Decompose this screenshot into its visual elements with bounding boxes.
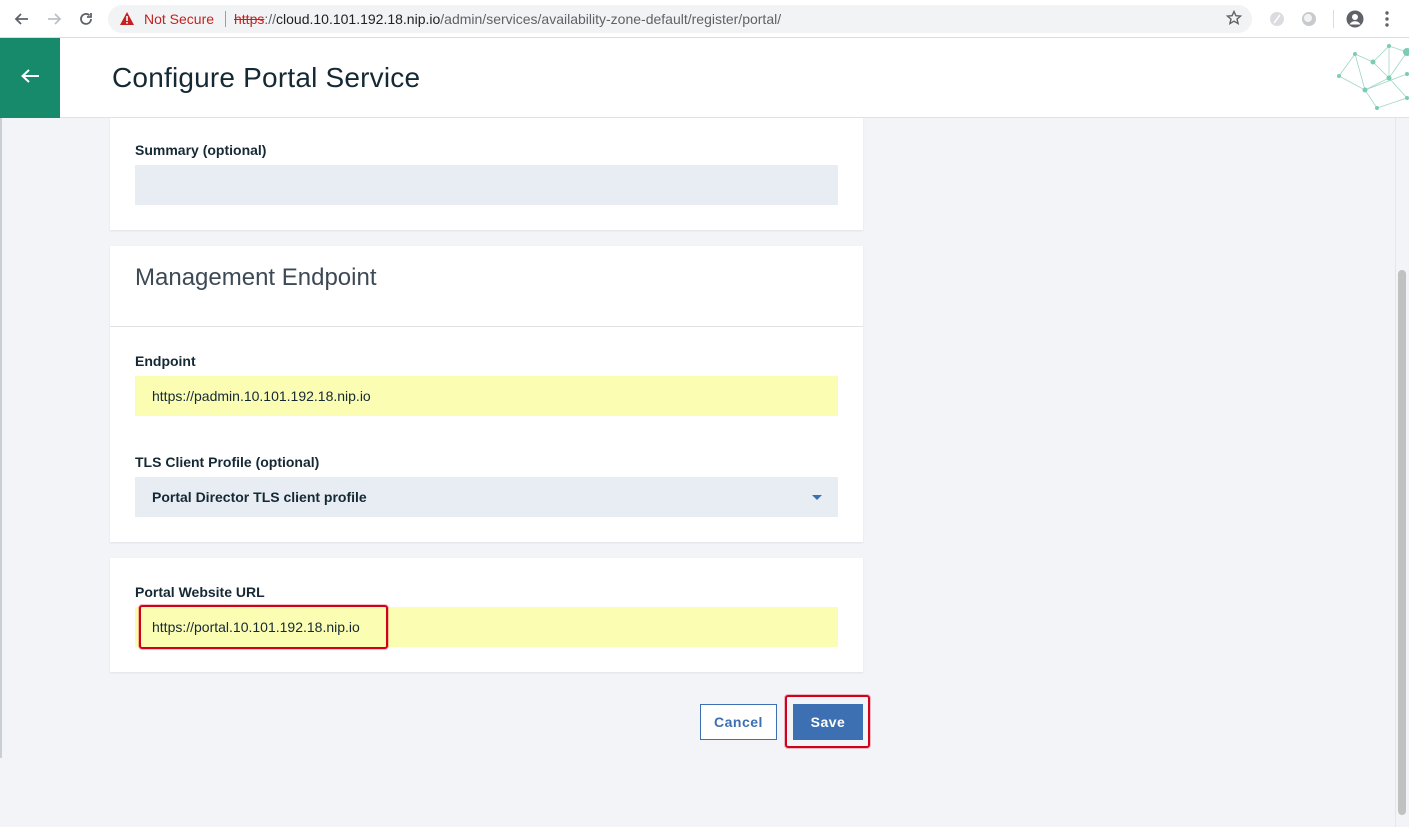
app-header: Configure Portal Service	[0, 38, 1409, 118]
menu-kebab-icon[interactable]	[1380, 10, 1394, 33]
summary-input[interactable]	[135, 165, 838, 205]
tls-profile-value: Portal Director TLS client profile	[152, 489, 367, 505]
browser-toolbar: Not Secure https://cloud.10.101.192.18.n…	[0, 0, 1409, 38]
url-separator: ://	[264, 11, 277, 27]
tls-profile-label: TLS Client Profile (optional)	[135, 454, 320, 470]
forward-arrow-icon[interactable]	[44, 9, 64, 29]
endpoint-input[interactable]: https://padmin.10.101.192.18.nip.io	[135, 376, 838, 416]
page-title: Configure Portal Service	[112, 62, 421, 93]
profile-icon[interactable]	[1346, 10, 1364, 33]
security-status[interactable]: Not Secure	[144, 11, 214, 27]
left-edge-shadow	[0, 118, 2, 758]
endpoint-label: Endpoint	[135, 353, 196, 369]
scrollbar-thumb[interactable]	[1398, 270, 1406, 815]
portal-url-highlight	[139, 605, 388, 649]
url-host: cloud.10.101.192.18.nip.io	[276, 11, 441, 27]
section-title: Management Endpoint	[135, 264, 377, 291]
bookmark-star-icon[interactable]	[1225, 9, 1243, 31]
extension-icon[interactable]	[1300, 10, 1318, 33]
toolbar-separator	[1333, 10, 1334, 28]
section-divider	[110, 326, 863, 327]
url-path: /admin/services/availability-zone-defaul…	[440, 11, 782, 27]
caret-down-icon	[812, 495, 822, 500]
portal-url-label: Portal Website URL	[135, 584, 265, 600]
url-text[interactable]: https://cloud.10.101.192.18.nip.io/admin…	[234, 11, 781, 27]
management-endpoint-card: Management Endpoint Endpoint https://pad…	[110, 246, 863, 542]
cancel-button[interactable]: Cancel	[700, 704, 777, 740]
url-scheme: https	[234, 11, 265, 27]
back-button[interactable]	[0, 38, 60, 118]
reload-icon[interactable]	[76, 9, 96, 29]
save-button[interactable]: Save	[793, 704, 863, 740]
extension-icon[interactable]	[1268, 10, 1286, 33]
left-arrow-icon	[20, 68, 40, 89]
summary-label: Summary (optional)	[135, 142, 267, 158]
summary-card: Summary (optional)	[110, 118, 863, 230]
network-graphic	[1337, 44, 1409, 110]
back-arrow-icon[interactable]	[12, 9, 32, 29]
warning-triangle-icon	[120, 12, 134, 30]
omnibox-separator	[225, 11, 226, 27]
tls-profile-select[interactable]: Portal Director TLS client profile	[135, 477, 838, 517]
address-bar[interactable]: Not Secure https://cloud.10.101.192.18.n…	[108, 5, 1252, 33]
